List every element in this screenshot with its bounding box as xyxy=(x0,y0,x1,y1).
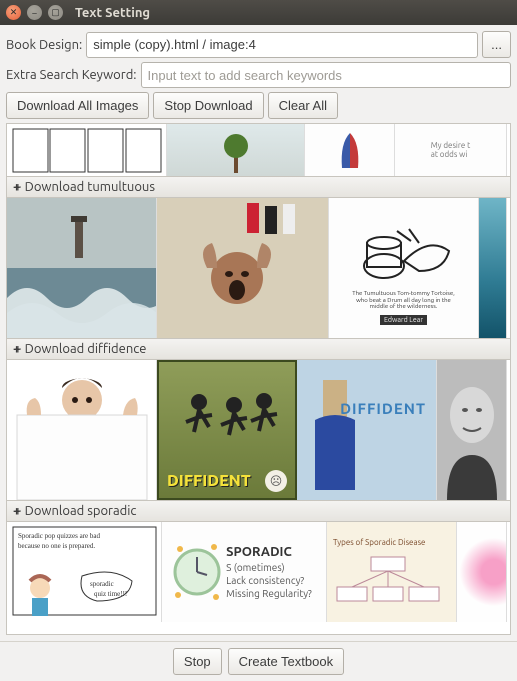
stop-download-button[interactable]: Stop Download xyxy=(153,92,263,119)
create-textbook-button[interactable]: Create Textbook xyxy=(228,648,344,675)
sporadic-types-label: Types of Sporadic Disease xyxy=(333,538,425,547)
thumbnail[interactable]: The Tumultuous Tom-tommy Tortoise,who be… xyxy=(329,198,479,338)
extra-keyword-label: Extra Search Keyword: xyxy=(6,68,137,82)
section-header-tumultuous[interactable]: + + Download tumultuous xyxy=(7,176,510,198)
maximize-icon[interactable]: ▢ xyxy=(48,5,63,20)
section-label: + Download tumultuous xyxy=(14,180,155,194)
lighthouse-waves-icon xyxy=(7,198,156,338)
download-all-button[interactable]: Download All Images xyxy=(6,92,149,119)
crowd-icon xyxy=(157,198,328,338)
stop-button[interactable]: Stop xyxy=(173,648,222,675)
thumbnail[interactable] xyxy=(437,360,507,500)
book-design-label: Book Design: xyxy=(6,38,82,52)
thumbnail[interactable] xyxy=(7,198,157,338)
diagram-icon xyxy=(333,547,443,607)
thumbnail[interactable] xyxy=(167,124,305,176)
section-label: + Download diffidence xyxy=(14,342,146,356)
running-figures-icon xyxy=(174,387,284,467)
thumbnail[interactable]: SPORADIC S (ometimes) Lack consistency? … xyxy=(162,522,327,622)
comic-strip-icon xyxy=(12,128,162,173)
thumbnail[interactable]: My desire tat odds wi xyxy=(395,124,507,176)
section-header-diffidence[interactable]: + + Download diffidence xyxy=(7,338,510,360)
thumbnail[interactable]: DIFFIDENT xyxy=(297,360,437,500)
split-shape-icon xyxy=(330,128,370,173)
image-gallery[interactable]: My desire tat odds wi + + Download tumul… xyxy=(6,123,511,635)
thumbnail[interactable]: Sporadic pop quizzes are bad because no … xyxy=(7,522,162,622)
thumbnail[interactable] xyxy=(157,198,329,338)
minimize-icon[interactable]: – xyxy=(27,5,42,20)
thumbnail[interactable] xyxy=(479,198,507,338)
diffident-label: DIFFIDENT xyxy=(340,400,426,417)
window-title: Text Setting xyxy=(75,6,150,20)
clock-icon xyxy=(172,537,222,607)
svg-text:Sporadic pop quizzes are bad: Sporadic pop quizzes are bad xyxy=(18,532,101,540)
titlebar: ✕ – ▢ Text Setting xyxy=(0,0,517,25)
portrait-icon xyxy=(437,360,506,500)
svg-text:because no one is prepared.: because no one is prepared. xyxy=(18,542,95,550)
thumbnail[interactable] xyxy=(305,124,395,176)
section-label: + Download sporadic xyxy=(14,504,136,518)
book-design-input[interactable] xyxy=(86,32,478,58)
browse-button[interactable]: ... xyxy=(482,31,511,58)
sporadic-lines: S (ometimes) Lack consistency? Missing R… xyxy=(226,561,312,600)
thumbnail[interactable] xyxy=(457,522,507,622)
comic-panel-icon: Sporadic pop quizzes are bad because no … xyxy=(12,526,157,616)
thumbnail[interactable] xyxy=(7,360,157,500)
diffident-label: DIFFIDENT xyxy=(167,472,251,490)
svg-text:quiz time!!!: quiz time!!! xyxy=(94,590,127,598)
extra-keyword-input[interactable] xyxy=(141,62,512,88)
section-header-sporadic[interactable]: + + Download sporadic xyxy=(7,500,510,522)
thumbnail[interactable]: Types of Sporadic Disease xyxy=(327,522,457,622)
bag-head-icon xyxy=(305,380,365,490)
sporadic-title: SPORADIC xyxy=(226,544,312,561)
thumbnail[interactable]: DIFFIDENT ☹ xyxy=(157,360,297,500)
peeking-person-icon xyxy=(7,360,156,500)
svg-text:sporadic: sporadic xyxy=(90,580,114,588)
tortoise-drum-icon xyxy=(349,211,459,291)
tree-icon xyxy=(216,128,256,173)
clear-all-button[interactable]: Clear All xyxy=(268,92,338,119)
thumbnail[interactable] xyxy=(7,124,167,176)
close-icon[interactable]: ✕ xyxy=(6,5,21,20)
